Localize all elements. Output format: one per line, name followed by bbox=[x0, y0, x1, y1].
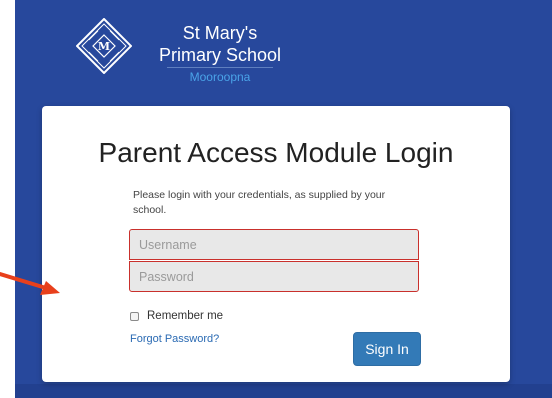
username-input[interactable] bbox=[129, 229, 419, 260]
school-name-line2: Primary School bbox=[158, 45, 282, 65]
password-input[interactable] bbox=[129, 261, 419, 292]
school-crest-icon: M bbox=[76, 18, 132, 74]
remember-me-checkbox[interactable]: Remember me bbox=[130, 310, 223, 322]
sign-in-button[interactable]: Sign In bbox=[353, 332, 421, 366]
login-card: Parent Access Module Login Please login … bbox=[42, 106, 510, 382]
school-name-line1: St Mary's bbox=[182, 23, 258, 43]
login-intro-text: Please login with your credentials, as s… bbox=[133, 189, 386, 216]
remember-me-label: Remember me bbox=[147, 310, 224, 322]
checkbox-icon[interactable] bbox=[130, 311, 139, 321]
school-name: St Mary's Primary School Mooroopna bbox=[140, 22, 300, 84]
red-arrow-icon bbox=[0, 272, 60, 295]
footer-band bbox=[15, 384, 552, 398]
forgot-password-link[interactable]: Forgot Password? bbox=[130, 333, 219, 345]
school-location: Mooroopna bbox=[167, 67, 273, 84]
svg-text:M: M bbox=[98, 40, 110, 53]
login-title: Parent Access Module Login bbox=[98, 137, 454, 168]
